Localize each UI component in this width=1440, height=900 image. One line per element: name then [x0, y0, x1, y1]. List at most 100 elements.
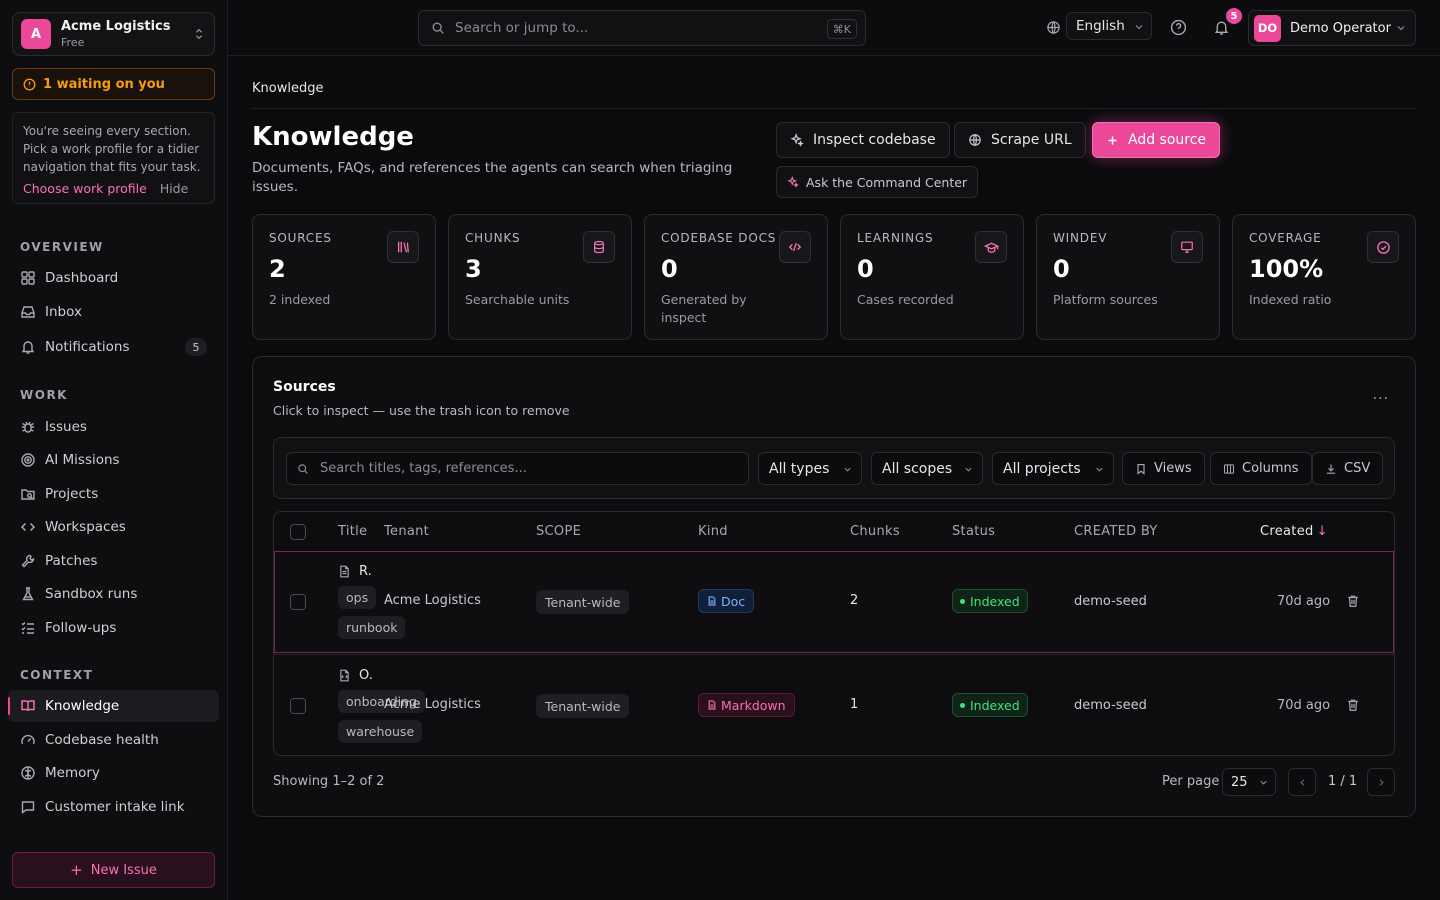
- org-avatar: A: [21, 19, 51, 49]
- hide-hint-button[interactable]: Hide: [160, 181, 189, 196]
- column-header-chunks[interactable]: Chunks: [850, 524, 900, 539]
- sidebar-item-inbox[interactable]: Inbox: [8, 296, 219, 328]
- sidebar-item-patches[interactable]: Patches: [8, 545, 219, 577]
- per-page-select[interactable]: 25: [1222, 768, 1276, 796]
- column-header-created-by[interactable]: CREATED BY: [1074, 524, 1158, 539]
- column-header-status[interactable]: Status: [952, 524, 995, 539]
- page-description: Documents, FAQs, and references the agen…: [252, 160, 733, 195]
- sidebar-item-follow-ups[interactable]: Follow-ups: [8, 612, 219, 644]
- row-checkbox[interactable]: [290, 698, 306, 714]
- column-header-title[interactable]: Title: [338, 524, 367, 539]
- type-filter-select[interactable]: All types: [758, 452, 862, 485]
- trash-icon[interactable]: [1346, 594, 1360, 608]
- file-icon: [708, 596, 716, 606]
- context-section-label: CONTEXT: [20, 668, 94, 682]
- global-search-input[interactable]: Search or jump to... ⌘K: [418, 10, 866, 46]
- column-header-scope[interactable]: SCOPE: [536, 524, 581, 539]
- per-page-label: Per page: [1162, 774, 1220, 789]
- chevron-down-icon: [844, 467, 851, 472]
- sidebar: A Acme Logistics Free 1 waiting on you Y…: [0, 0, 228, 900]
- sidebar-item-memory[interactable]: Memory: [8, 757, 219, 789]
- column-header-created-label: Created: [1260, 524, 1314, 539]
- previous-page-button[interactable]: [1288, 768, 1316, 796]
- more-options-icon[interactable]: ···: [1373, 391, 1389, 407]
- sidebar-item-label: Memory: [45, 765, 100, 781]
- sidebar-item-ai-missions[interactable]: AI Missions: [8, 444, 219, 476]
- column-header-tenant[interactable]: Tenant: [384, 524, 429, 539]
- scope-pill: Tenant-wide: [536, 590, 630, 614]
- language-select[interactable]: English: [1066, 12, 1152, 40]
- sidebar-item-sandbox-runs[interactable]: Sandbox runs: [8, 578, 219, 610]
- row-chunks: 2: [850, 593, 859, 608]
- project-filter-select[interactable]: All projects: [992, 452, 1114, 485]
- notifications-count-badge: 5: [185, 338, 207, 356]
- tag-pill: warehouse: [338, 720, 423, 743]
- ask-command-center-button[interactable]: Ask the Command Center: [776, 166, 979, 198]
- sidebar-item-issues[interactable]: Issues: [8, 411, 219, 443]
- status-dot: [960, 702, 965, 708]
- code-icon: [20, 522, 36, 532]
- scope-filter-select[interactable]: All scopes: [871, 452, 983, 485]
- ask-command-center-label: Ask the Command Center: [806, 174, 968, 190]
- user-menu[interactable]: DO Demo Operator: [1248, 10, 1416, 46]
- stat-card-coverage: COVERAGE 100% Indexed ratio: [1232, 214, 1416, 340]
- choose-work-profile-link[interactable]: Choose work profile: [23, 181, 147, 196]
- page-title: Knowledge: [252, 122, 414, 152]
- help-circle-icon[interactable]: [1170, 19, 1187, 36]
- columns-button[interactable]: Columns: [1210, 452, 1312, 485]
- trash-icon[interactable]: [1346, 698, 1360, 712]
- avatar: DO: [1254, 14, 1281, 42]
- table-row[interactable]: O. onboarding Acme Logistics warehouse T…: [274, 654, 1394, 755]
- add-source-label: Add source: [1128, 132, 1207, 148]
- row-checkbox[interactable]: [290, 594, 306, 610]
- next-page-button[interactable]: [1367, 768, 1395, 796]
- inspect-codebase-button[interactable]: Inspect codebase: [776, 122, 950, 158]
- export-csv-button[interactable]: CSV: [1312, 452, 1384, 485]
- search-icon: [298, 463, 308, 474]
- views-label: Views: [1154, 461, 1192, 476]
- sidebar-item-codebase-health[interactable]: Codebase health: [8, 724, 219, 756]
- kind-badge: Doc: [698, 589, 755, 613]
- sidebar-item-projects[interactable]: Projects: [8, 478, 219, 510]
- org-switcher[interactable]: A Acme Logistics Free: [12, 12, 215, 56]
- sources-search-input[interactable]: Search titles, tags, references...: [286, 452, 749, 485]
- stat-sub: Cases recorded: [857, 292, 954, 307]
- sidebar-item-knowledge[interactable]: Knowledge: [8, 690, 219, 722]
- work-profile-hint: You're seeing every section. Pick a work…: [12, 112, 215, 204]
- select-all-checkbox[interactable]: [290, 524, 306, 540]
- user-name: Demo Operator: [1290, 20, 1391, 36]
- sidebar-item-label: Codebase health: [45, 732, 159, 748]
- sources-subtitle: Click to inspect — use the trash icon to…: [273, 403, 570, 418]
- chevron-right-icon: [1379, 778, 1384, 786]
- views-button[interactable]: Views: [1122, 452, 1205, 485]
- scrape-url-button[interactable]: Scrape URL: [954, 122, 1086, 158]
- alert-circle-icon: [23, 78, 36, 90]
- work-section-label: WORK: [20, 388, 68, 402]
- pagination-summary: Showing 1–2 of 2: [273, 774, 385, 789]
- code-xml-icon: [779, 231, 811, 263]
- waiting-on-you-banner[interactable]: 1 waiting on you: [12, 68, 215, 100]
- row-tenant: Acme Logistics: [384, 593, 481, 608]
- add-source-button[interactable]: Add source: [1092, 122, 1221, 158]
- stat-card-sources: SOURCES 2 2 indexed: [252, 214, 436, 340]
- breadcrumb[interactable]: Knowledge: [252, 81, 323, 96]
- column-header-kind[interactable]: Kind: [698, 524, 728, 539]
- new-issue-label: New Issue: [90, 862, 157, 878]
- breadcrumb-divider: [252, 108, 1416, 109]
- row-title[interactable]: O.: [338, 668, 373, 683]
- row-tenant: Acme Logistics: [384, 697, 481, 712]
- stat-sub: Searchable units: [465, 292, 570, 307]
- global-search-placeholder: Search or jump to...: [455, 20, 589, 36]
- new-issue-button[interactable]: + New Issue: [12, 852, 215, 888]
- per-page-value: 25: [1231, 774, 1248, 790]
- column-header-created[interactable]: Created ↓: [1260, 524, 1328, 539]
- sidebar-item-workspaces[interactable]: Workspaces: [8, 511, 219, 543]
- bug-icon: [22, 421, 34, 433]
- sidebar-item-customer-intake-link[interactable]: Customer intake link: [8, 791, 219, 823]
- stat-card-learnings: LEARNINGS 0 Cases recorded: [840, 214, 1024, 340]
- tag-pill: ops: [338, 586, 377, 609]
- row-title[interactable]: R.: [338, 564, 372, 579]
- table-row[interactable]: R. ops Acme Logistics runbook Tenant-wid…: [274, 551, 1394, 653]
- sidebar-item-notifications[interactable]: Notifications 5: [8, 331, 219, 363]
- sidebar-item-dashboard[interactable]: Dashboard: [8, 262, 219, 294]
